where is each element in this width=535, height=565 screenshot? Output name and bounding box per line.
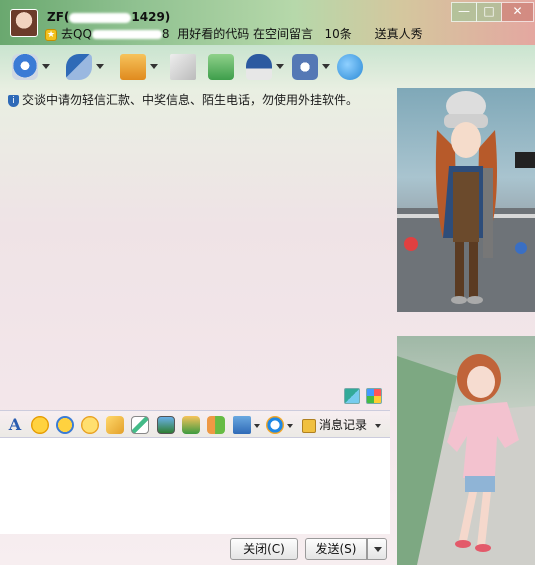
chevron-down-icon[interactable] — [375, 424, 381, 428]
magic-emoji-icon[interactable] — [56, 416, 74, 434]
format-bar: A 消息记录 — [0, 410, 390, 438]
color-theme-icon[interactable] — [366, 388, 382, 404]
message-history-button[interactable]: 消息记录 — [302, 416, 367, 434]
wink-emoji-icon[interactable] — [81, 416, 99, 434]
contact-signature: ★ 去QQ 8 用好看的代码 在空间留言 10条 送真人秀 — [45, 25, 423, 42]
message-input[interactable] — [0, 438, 390, 534]
contact-avatar[interactable] — [10, 9, 38, 37]
create-group-button[interactable] — [208, 54, 234, 82]
signature-mid: 8 — [161, 27, 170, 41]
chevron-down-icon[interactable] — [254, 424, 260, 428]
font-button[interactable]: A — [6, 416, 24, 434]
minimize-button[interactable]: — — [451, 2, 477, 22]
signature-text: 用好看的代码 在空间留言 — [177, 27, 314, 41]
video-call-button[interactable] — [12, 54, 54, 82]
chevron-down-icon — [322, 64, 330, 69]
chat-history[interactable] — [0, 86, 390, 410]
share-button[interactable] — [337, 54, 363, 82]
close-window-button[interactable]: ✕ — [501, 2, 534, 22]
shield-icon: i — [8, 94, 19, 107]
contact-id-tail: 1429) — [131, 10, 171, 24]
image-icon[interactable] — [157, 416, 175, 434]
screenshot-icon[interactable] — [233, 416, 251, 434]
payment-icon[interactable] — [266, 416, 284, 434]
self-show-panel[interactable] — [397, 88, 535, 312]
maximize-button[interactable]: □ — [476, 2, 502, 22]
show-link[interactable]: 送真人秀 — [375, 27, 423, 41]
chat-toolbar — [0, 50, 390, 86]
chevron-down-icon — [150, 64, 158, 69]
webcam-icon — [12, 54, 38, 80]
chevron-down-icon — [96, 64, 104, 69]
remote-assist-button[interactable] — [246, 54, 288, 82]
chevron-down-icon — [374, 547, 382, 552]
send-sms-button[interactable] — [170, 54, 196, 82]
expand-icon[interactable] — [344, 388, 360, 404]
avatar-show-figure-1 — [397, 91, 535, 312]
close-button[interactable]: 关闭(C) — [230, 538, 298, 560]
chevron-down-icon — [42, 64, 50, 69]
app-box-icon — [292, 54, 318, 80]
message-history-label: 消息记录 — [319, 418, 368, 432]
redacted-signature — [91, 30, 162, 39]
envelope-icon — [170, 54, 196, 80]
chevron-down-icon[interactable] — [287, 424, 293, 428]
contact-name: ZF — [47, 10, 64, 24]
send-file-button[interactable] — [120, 54, 162, 82]
security-notice: i 交谈中请勿轻信汇款、中奖信息、陌生电话，勿使用外挂软件。 — [8, 91, 358, 108]
signature-prefix: 去QQ — [61, 27, 92, 41]
voice-call-button[interactable] — [66, 54, 108, 82]
contact-show-panel[interactable] — [397, 336, 535, 565]
send-options-button[interactable] — [367, 538, 387, 560]
avatar-show-figure-2 — [397, 354, 535, 565]
shake-window-icon[interactable] — [106, 416, 124, 434]
redacted-id — [69, 12, 132, 23]
send-button[interactable]: 发送(S) — [305, 538, 367, 560]
folder-icon — [120, 54, 146, 80]
gift-icon[interactable] — [207, 416, 225, 434]
chevron-down-icon — [276, 64, 284, 69]
history-icon — [302, 418, 316, 433]
title-bar: ZF(1429) ★ 去QQ 8 用好看的代码 在空间留言 10条 送真人秀 — □… — [0, 0, 535, 45]
police-hat-icon — [246, 54, 272, 80]
contact-title: ZF(1429) — [47, 10, 171, 24]
share-icon — [337, 54, 363, 80]
music-icon[interactable] — [182, 416, 200, 434]
add-chat-icon — [208, 54, 234, 80]
signature-count: 10条 — [324, 27, 352, 41]
emoji-icon[interactable] — [31, 416, 49, 434]
microphone-icon — [66, 54, 92, 80]
vip-star-icon: ★ — [45, 28, 57, 41]
apps-button[interactable] — [292, 54, 334, 82]
doodle-icon[interactable] — [131, 416, 149, 434]
security-notice-text: 交谈中请勿轻信汇款、中奖信息、陌生电话，勿使用外挂软件。 — [22, 93, 359, 107]
